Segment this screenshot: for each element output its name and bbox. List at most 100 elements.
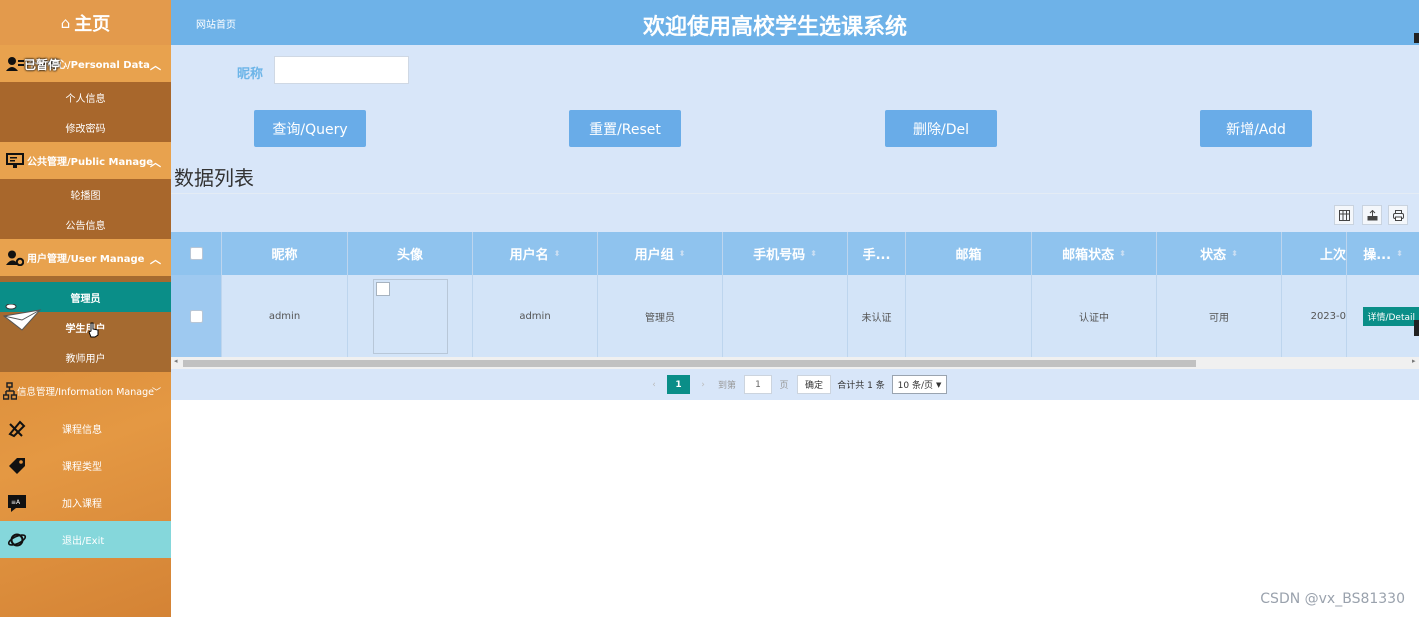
scroll-left-icon[interactable]: ◂	[174, 357, 178, 365]
user-gear-icon	[6, 249, 24, 267]
tag-icon	[9, 458, 25, 474]
chevron-down-icon: ﹀	[151, 388, 161, 398]
column-header-phone-status[interactable]: 手...	[848, 232, 906, 275]
column-header-label: 邮箱	[955, 248, 982, 263]
column-header-nickname[interactable]: 昵称	[222, 232, 348, 275]
chevron-up-icon: ︿	[150, 253, 161, 266]
sidebar-group-user: 管理员 学生用户 教师用户	[0, 276, 171, 372]
cell-email	[906, 275, 1032, 357]
sidebar-item-change-password[interactable]: 修改密码	[0, 112, 171, 142]
paper-plane-icon	[2, 304, 42, 331]
sidebar-item-label: 学生用户	[65, 323, 106, 335]
main-content: 昵称 查询/Query 重置/Reset 删除/Del 新增/Add 数据列表 …	[171, 45, 1419, 400]
sidebar-heading-info[interactable]: 信息管理/Information Manage ﹀	[0, 372, 171, 410]
export-button[interactable]	[1362, 205, 1382, 225]
sidebar-heading-user[interactable]: 用户管理/User Manage ︿	[0, 239, 171, 276]
column-header-username[interactable]: 用户名 ⬍	[473, 232, 598, 275]
export-icon	[1367, 209, 1377, 220]
page-size-select[interactable]: 10 条/页 ▼	[892, 375, 947, 394]
sidebar-item-label: 课程信息	[62, 425, 102, 436]
table-row[interactable]: admin admin 管理员 未认证 认证中 可用 2023-0 详情/Det…	[171, 275, 1419, 357]
column-header-avatar[interactable]: 头像	[348, 232, 473, 275]
window-edge-mark	[1414, 320, 1419, 336]
sidebar-item-personal-info[interactable]: 个人信息	[0, 82, 171, 112]
list-title: 数据列表	[174, 166, 254, 190]
sidebar-item-exit[interactable]: 退出/Exit	[0, 521, 171, 558]
sidebar-item-label: 管理员	[70, 293, 101, 305]
cell-actions: 详情/Detail	[1347, 275, 1419, 357]
sort-icon: ⬍	[810, 249, 817, 258]
sidebar-heading-label: 信息管理/Information Manage	[17, 387, 154, 398]
column-header-label: 头像	[396, 248, 423, 263]
sidebar-item-label: 加入课程	[62, 499, 102, 510]
pencil-ruler-icon	[8, 420, 26, 438]
column-header-label: 状态	[1200, 248, 1227, 263]
column-header-status[interactable]: 状态 ⬍	[1157, 232, 1282, 275]
table-header: 昵称 头像 用户名 ⬍ 用户组 ⬍ 手机号码 ⬍ 手... 邮箱 邮箱状态 ⬍ 状态 ⬍ …	[171, 232, 1419, 275]
page-title: 欢迎使用高校学生选课系统	[642, 15, 907, 40]
sidebar-home-label: 主页	[74, 13, 111, 35]
column-header-last-login[interactable]: 上次	[1282, 232, 1347, 275]
column-header-label: 手机号码	[753, 248, 806, 263]
sidebar-item-course-type[interactable]: 课程类型	[0, 447, 171, 484]
page-number-current[interactable]: 1	[667, 375, 690, 394]
scrollbar-thumb[interactable]	[183, 360, 1196, 367]
column-header-email[interactable]: 邮箱	[906, 232, 1032, 275]
sort-icon: ⬍	[1231, 249, 1238, 258]
column-header-email-status[interactable]: 邮箱状态 ⬍	[1032, 232, 1157, 275]
nickname-search-input[interactable]	[274, 56, 409, 84]
sidebar-item-student-user[interactable]: 学生用户	[0, 304, 171, 342]
sidebar-item-carousel[interactable]: 轮播图	[0, 179, 171, 209]
delete-button[interactable]: 删除/Del	[885, 110, 997, 147]
total-count: 合计共 1 条	[837, 381, 885, 391]
sidebar-item-course-info[interactable]: 课程信息	[0, 410, 171, 447]
add-button[interactable]: 新增/Add	[1200, 110, 1312, 147]
sidebar-item-teacher-user[interactable]: 教师用户	[0, 342, 171, 372]
print-icon	[1392, 209, 1404, 221]
columns-toggle-button[interactable]	[1334, 205, 1354, 225]
row-checkbox[interactable]	[189, 309, 203, 323]
monitor-icon	[6, 152, 24, 170]
page-unit-label: 页	[779, 381, 789, 391]
sidebar-item-label: 课程类型	[62, 462, 102, 473]
chevron-up-icon: ︿	[150, 59, 161, 72]
paused-overlay-text: 已暂停	[24, 58, 61, 72]
column-header-label: 手...	[862, 248, 891, 263]
select-all-checkbox[interactable]	[189, 247, 203, 260]
hand-cursor-icon	[88, 322, 99, 338]
row-select-cell	[171, 275, 222, 357]
sidebar-heading-public[interactable]: 公共管理/Public Manage ︿	[0, 142, 171, 179]
grid-icon	[1338, 209, 1350, 221]
next-page-icon[interactable]: ›	[697, 375, 709, 394]
column-header-actions[interactable]: 操... ⬍	[1347, 232, 1419, 275]
sidebar-item-join-course[interactable]: ≡A 加入课程	[0, 484, 171, 521]
query-button[interactable]: 查询/Query	[254, 110, 366, 147]
window-edge-mark	[1414, 33, 1419, 43]
sort-icon: ⬍	[1119, 249, 1126, 258]
sort-icon: ⬍	[1396, 249, 1403, 258]
horizontal-scrollbar[interactable]: ◂ ▸	[171, 357, 1419, 369]
prev-page-icon[interactable]: ‹	[648, 375, 660, 394]
sidebar-item-notice[interactable]: 公告信息	[0, 209, 171, 239]
cell-phone	[723, 275, 848, 357]
detail-button[interactable]: 详情/Detail	[1363, 306, 1419, 326]
sidebar: ⌂ 主页 个人中心/Personal Data 已暂停 ︿ 个人信息 修改密码 …	[0, 0, 171, 617]
sidebar-home[interactable]: ⌂ 主页	[0, 0, 171, 45]
print-button[interactable]	[1388, 205, 1408, 225]
column-header-phone[interactable]: 手机号码 ⬍	[723, 232, 848, 275]
column-header-group[interactable]: 用户组 ⬍	[598, 232, 723, 275]
column-header-label: 上次	[1319, 248, 1346, 263]
chevron-down-icon: ▼	[935, 380, 942, 389]
goto-page-input[interactable]: 1	[744, 375, 772, 394]
sidebar-heading-label: 用户管理/User Manage	[27, 254, 145, 265]
sidebar-heading-personal[interactable]: 个人中心/Personal Data 已暂停 ︿	[0, 45, 171, 82]
chat-icon: ≡A	[8, 495, 26, 512]
sidebar-item-label: 轮播图	[70, 190, 101, 202]
column-header-label: 用户组	[634, 248, 674, 263]
reset-button[interactable]: 重置/Reset	[569, 110, 681, 147]
scroll-right-icon[interactable]: ▸	[1412, 357, 1416, 365]
user-card-icon	[6, 55, 24, 73]
sidebar-heading-label: 公共管理/Public Manage	[27, 157, 154, 168]
goto-confirm-button[interactable]: 确定	[797, 375, 831, 394]
sidebar-item-label: 个人信息	[65, 93, 106, 105]
